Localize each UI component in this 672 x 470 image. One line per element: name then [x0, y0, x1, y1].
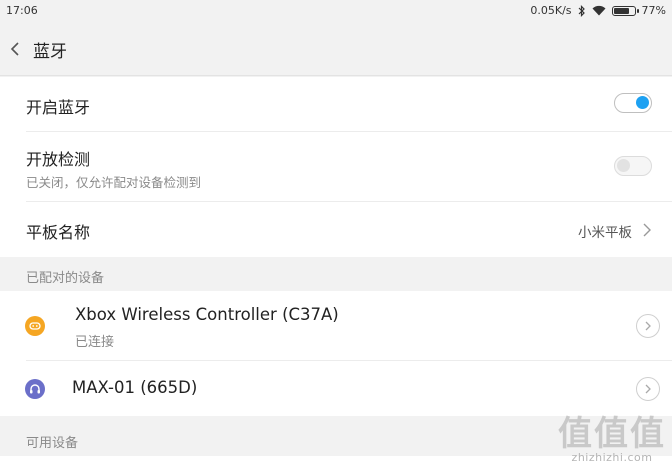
- battery-fill: [613, 7, 629, 14]
- battery-percent: 77%: [641, 4, 666, 17]
- paired-device-row[interactable]: Xbox Wireless Controller (C37A) 已连接: [0, 291, 672, 361]
- watermark: 值值值 zhizhizhi.com: [558, 417, 666, 464]
- discoverable-label: 开放检测: [26, 150, 91, 169]
- device-status: 已连接: [75, 335, 115, 350]
- bluetooth-icon: [578, 4, 585, 17]
- chevron-right-icon: [645, 384, 651, 394]
- bluetooth-toggle-row[interactable]: 开启蓝牙: [0, 77, 672, 132]
- status-icons: 0.05K/s 77%: [530, 4, 666, 17]
- network-speed: 0.05K/s: [530, 4, 572, 17]
- paired-section-header: 已配对的设备: [0, 257, 672, 291]
- toggle-knob: [617, 159, 630, 172]
- watermark-logo: 值值值: [558, 414, 666, 454]
- paired-device-row[interactable]: MAX-01 (665D): [0, 361, 672, 416]
- bluetooth-toggle-switch[interactable]: [614, 93, 652, 113]
- discoverable-row[interactable]: 开放检测 已关闭，仅允许配对设备检测到: [0, 132, 672, 202]
- nav-bar: 蓝牙: [0, 22, 672, 76]
- available-section-label: 可用设备: [26, 436, 79, 451]
- headphones-icon: [25, 379, 45, 399]
- page-title: 蓝牙: [33, 42, 67, 62]
- wifi-icon: [592, 5, 606, 16]
- device-name-row[interactable]: 平板名称 小米平板: [0, 202, 672, 257]
- device-name-label: 平板名称: [26, 223, 91, 242]
- gamepad-icon: [25, 316, 45, 336]
- device-detail-button[interactable]: [636, 377, 660, 401]
- discoverable-sub: 已关闭，仅允许配对设备检测到: [26, 175, 202, 190]
- status-time: 17:06: [6, 4, 38, 17]
- device-name: Xbox Wireless Controller (C37A): [75, 305, 339, 324]
- paired-section-label: 已配对的设备: [26, 271, 105, 286]
- chevron-right-icon: [643, 223, 651, 237]
- bluetooth-toggle-label: 开启蓝牙: [26, 98, 91, 117]
- toggle-knob: [636, 96, 649, 109]
- device-name: MAX-01 (665D): [72, 378, 198, 397]
- watermark-url: zhizhizhi.com: [571, 451, 653, 464]
- device-detail-button[interactable]: [636, 314, 660, 338]
- battery-icon: [611, 5, 639, 16]
- chevron-right-icon: [645, 321, 651, 331]
- discoverable-toggle-switch[interactable]: [614, 156, 652, 176]
- status-bar: 17:06 0.05K/s 77%: [0, 0, 672, 22]
- device-name-value: 小米平板: [578, 225, 632, 241]
- chevron-left-icon[interactable]: [8, 39, 22, 59]
